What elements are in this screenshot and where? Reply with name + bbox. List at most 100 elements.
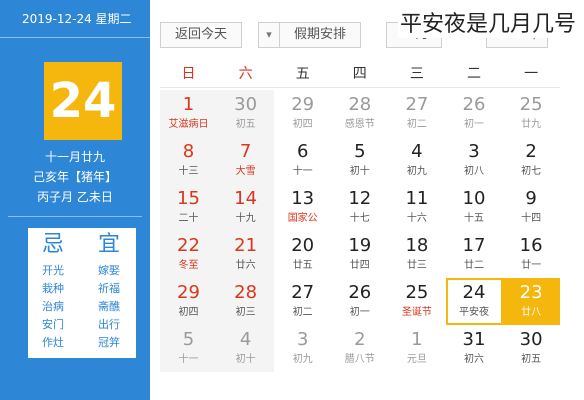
day-cell[interactable]: 12 十七 <box>331 184 388 231</box>
day-cell[interactable]: 4 初九 <box>388 137 445 184</box>
ji-item: 作灶 <box>42 336 64 349</box>
lunar-label: 腊八节 <box>344 354 375 365</box>
day-cell[interactable]: 7 大雪 <box>217 137 275 184</box>
date-info-panel: 2019-12-24 星期二 24 十一月廿九 己亥年【猪年】 丙子月 乙未日 … <box>0 0 150 400</box>
day-cell[interactable]: 21 廿六 <box>217 231 275 278</box>
day-cell[interactable]: 1 元旦 <box>388 325 445 372</box>
lunar-label: 廿五 <box>292 260 313 271</box>
day-number: 15 <box>177 188 200 209</box>
day-number: 23 <box>519 282 543 303</box>
day-cell[interactable]: 9 十四 <box>503 184 560 231</box>
lunar-label: 感恩节 <box>344 119 375 130</box>
weekday-label: 四 <box>352 66 367 82</box>
day-cell[interactable]: 1 艾滋病日 <box>160 90 217 137</box>
day-number: 5 <box>182 329 195 350</box>
day-cell[interactable]: 25 圣诞节 <box>388 278 445 325</box>
day-cell[interactable]: 14 十九 <box>217 184 275 231</box>
day-cell[interactable]: 27 初二 <box>388 90 445 137</box>
day-number: 30 <box>234 94 258 115</box>
day-cell[interactable]: 17 廿二 <box>446 231 503 278</box>
day-cell[interactable]: 30 初五 <box>217 90 275 137</box>
lunar-label: 初四 <box>292 119 313 130</box>
day-cell[interactable]: 15 二十 <box>160 184 217 231</box>
day-number: 1 <box>411 329 423 350</box>
ji-column: 忌 开光 栽种 治病 安门 作灶 <box>28 228 78 352</box>
lunar-label: 廿四 <box>349 260 370 271</box>
yi-column: 宜 嫁娶 祈福 斋醮 出行 冠笄 <box>84 228 134 352</box>
ji-item: 安门 <box>42 318 64 331</box>
big-day-number: 24 <box>44 62 122 140</box>
day-cell[interactable]: 28 初三 <box>217 278 275 325</box>
lunar-label: 廿八 <box>521 307 542 318</box>
lunar-label: 艾滋病日 <box>168 119 209 130</box>
lunar-label: 初一 <box>349 307 370 318</box>
lunar-label: 十七 <box>349 213 370 224</box>
lunar-label: 初十 <box>349 166 370 177</box>
weekday-label: 五 <box>295 66 310 82</box>
weekday-label: 二 <box>467 66 481 82</box>
lunar-label: 十六 <box>406 213 427 224</box>
day-number: 26 <box>348 282 372 303</box>
lunar-label: 初六 <box>464 354 484 365</box>
day-cell-selected[interactable]: 23 廿八 <box>502 278 560 325</box>
day-cell[interactable]: 13 国家公 <box>274 184 331 231</box>
day-cell[interactable]: 5 初十 <box>331 137 388 184</box>
day-number: 24 <box>462 282 486 303</box>
holiday-select[interactable]: 假期安排 <box>279 22 361 48</box>
day-cell[interactable]: 27 初二 <box>274 278 331 325</box>
yi-item: 出行 <box>98 318 120 331</box>
day-cell[interactable]: 29 初四 <box>274 90 331 137</box>
day-number: 4 <box>411 141 423 162</box>
yi-label: 宜 <box>97 232 120 257</box>
day-number: 5 <box>354 141 366 162</box>
selected-date-header: 2019-12-24 星期二 <box>0 0 150 38</box>
lunar-label: 初七 <box>521 166 542 177</box>
day-number: 25 <box>519 94 543 115</box>
yi-item: 斋醮 <box>98 300 120 313</box>
day-cell[interactable]: 19 廿四 <box>331 231 388 278</box>
day-cell[interactable]: 5 十一 <box>160 325 217 372</box>
day-number: 29 <box>177 282 200 303</box>
day-cell[interactable]: 11 十六 <box>388 184 445 231</box>
day-number: 11 <box>405 188 429 209</box>
day-number: 17 <box>462 235 486 256</box>
lunar-label: 元旦 <box>406 354 427 365</box>
day-cell[interactable]: 18 廿三 <box>388 231 445 278</box>
day-cell[interactable]: 29 初四 <box>160 278 217 325</box>
day-cell[interactable]: 25 廿九 <box>503 90 560 137</box>
day-cell[interactable]: 30 初五 <box>503 325 560 372</box>
lunar-label: 初二 <box>406 119 427 130</box>
day-number: 8 <box>182 141 195 162</box>
day-cell[interactable]: 16 廿一 <box>503 231 560 278</box>
day-cell-today[interactable]: 24 平安夜 <box>445 278 503 325</box>
day-cell[interactable]: 20 廿五 <box>274 231 331 278</box>
day-cell[interactable]: 28 感恩节 <box>331 90 388 137</box>
holiday-dropdown-arrow[interactable]: ▾ <box>258 22 280 48</box>
day-cell[interactable]: 3 初八 <box>446 137 503 184</box>
back-today-button[interactable]: 返回今天 <box>160 22 242 48</box>
day-number: 3 <box>468 141 480 162</box>
day-cell[interactable]: 31 初六 <box>446 325 503 372</box>
day-cell[interactable]: 22 冬至 <box>160 231 217 278</box>
lunar-label: 初三 <box>235 307 256 318</box>
day-cell[interactable]: 3 初九 <box>274 325 331 372</box>
day-cell[interactable]: 2 腊八节 <box>331 325 388 372</box>
lunar-label: 初五 <box>521 354 542 365</box>
yi-item: 祈福 <box>98 282 120 295</box>
day-cell[interactable]: 8 十三 <box>160 137 217 184</box>
day-cell[interactable]: 2 初七 <box>503 137 560 184</box>
day-number: 28 <box>348 94 372 115</box>
day-cell[interactable]: 6 十一 <box>274 137 331 184</box>
day-cell[interactable]: 10 十五 <box>446 184 503 231</box>
day-number: 16 <box>519 235 543 256</box>
lunar-label: 圣诞节 <box>401 307 432 318</box>
lunar-label: 初一 <box>464 119 484 130</box>
lunar-label: 初四 <box>178 307 199 318</box>
lunar-label: 十一 <box>292 166 313 177</box>
day-cell[interactable]: 4 初十 <box>217 325 275 372</box>
day-number: 6 <box>296 141 309 162</box>
day-cell[interactable]: 26 初一 <box>446 90 503 137</box>
weekday-label: 日 <box>181 66 196 82</box>
day-cell[interactable]: 26 初一 <box>331 278 388 325</box>
day-number: 9 <box>525 188 537 209</box>
